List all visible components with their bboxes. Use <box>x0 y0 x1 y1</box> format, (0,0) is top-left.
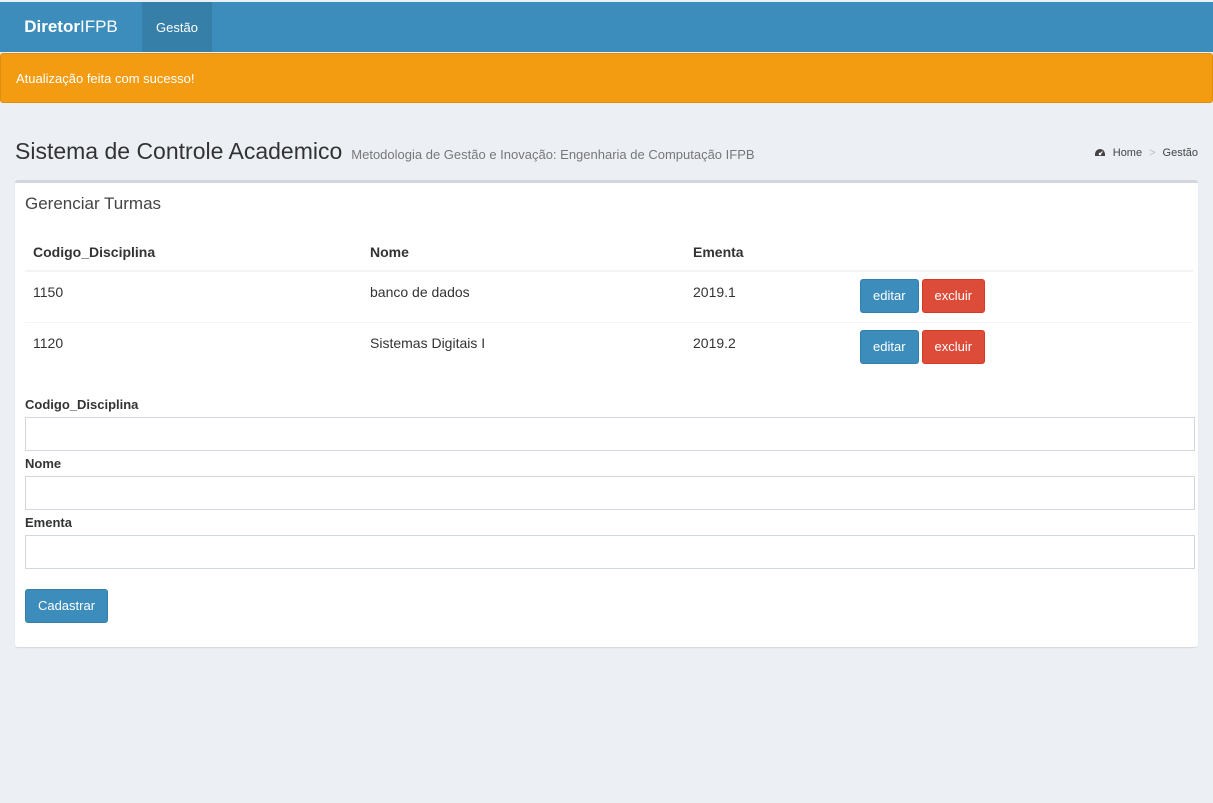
table-row: 1120 Sistemas Digitais I 2019.2 editar ex… <box>25 321 1193 373</box>
top-navbar: Diretor IFPB Gestão <box>0 2 1213 52</box>
delete-button[interactable]: excluir <box>921 279 986 313</box>
breadcrumb-current: Gestão <box>1162 147 1198 159</box>
classes-table: Codigo_Disciplina Nome Ementa 1150 banco… <box>25 233 1193 373</box>
page-subtitle: Metodologia de Gestão e Inovação: Engenh… <box>351 147 755 162</box>
edit-button[interactable]: editar <box>860 279 919 313</box>
nav-item-gestao[interactable]: Gestão <box>142 2 212 52</box>
ementa-label: Ementa <box>25 515 72 530</box>
cell-ementa: 2019.1 <box>693 284 736 300</box>
brand-logo[interactable]: Diretor IFPB <box>0 2 142 52</box>
column-header-actions <box>852 233 1193 272</box>
column-header-nome: Nome <box>362 233 685 272</box>
edit-button[interactable]: editar <box>860 329 919 364</box>
breadcrumb: Home > Gestão <box>1094 147 1198 159</box>
cell-ementa: 2019.2 <box>685 321 852 373</box>
cell-actions: editar excluir <box>852 321 1193 373</box>
cell-codigo: 1120 <box>25 321 362 373</box>
codigo-label: Codigo_Disciplina <box>25 397 139 412</box>
submit-button[interactable]: Cadastrar <box>25 589 108 623</box>
cell-nome: banco de dados <box>370 284 470 300</box>
cell-actions: editar excluir <box>852 271 1193 322</box>
page-title: Sistema de Controle Academico <box>15 138 343 164</box>
brand-bold: Diretor <box>24 17 80 36</box>
cell-nome: Sistemas Digitais I <box>362 321 685 373</box>
brand-light: IFPB <box>79 17 118 36</box>
ementa-input[interactable] <box>25 535 1195 569</box>
delete-button[interactable]: excluir <box>921 329 986 364</box>
nome-label: Nome <box>25 456 62 471</box>
column-header-codigo: Codigo_Disciplina <box>25 233 362 272</box>
codigo-input[interactable] <box>25 417 1195 451</box>
nome-input[interactable] <box>25 476 1195 510</box>
success-alert: Atualização feita com sucesso! <box>0 53 1213 103</box>
breadcrumb-separator: > <box>1149 147 1156 159</box>
column-header-ementa: Ementa <box>685 233 852 272</box>
content-header: Sistema de Controle Academico Metodologi… <box>15 138 1198 170</box>
dashboard-icon <box>1094 149 1105 156</box>
cell-codigo: 1150 <box>33 284 64 300</box>
box-title: Gerenciar Turmas <box>25 194 162 213</box>
table-row: 1150 banco de dados 2019.1 editar excluir <box>25 271 1193 322</box>
table-header-row: Codigo_Disciplina Nome Ementa <box>25 233 1193 272</box>
breadcrumb-home[interactable]: Home <box>1113 147 1142 159</box>
manage-classes-box: Gerenciar Turmas Codigo_Disciplina Nome … <box>15 180 1198 647</box>
